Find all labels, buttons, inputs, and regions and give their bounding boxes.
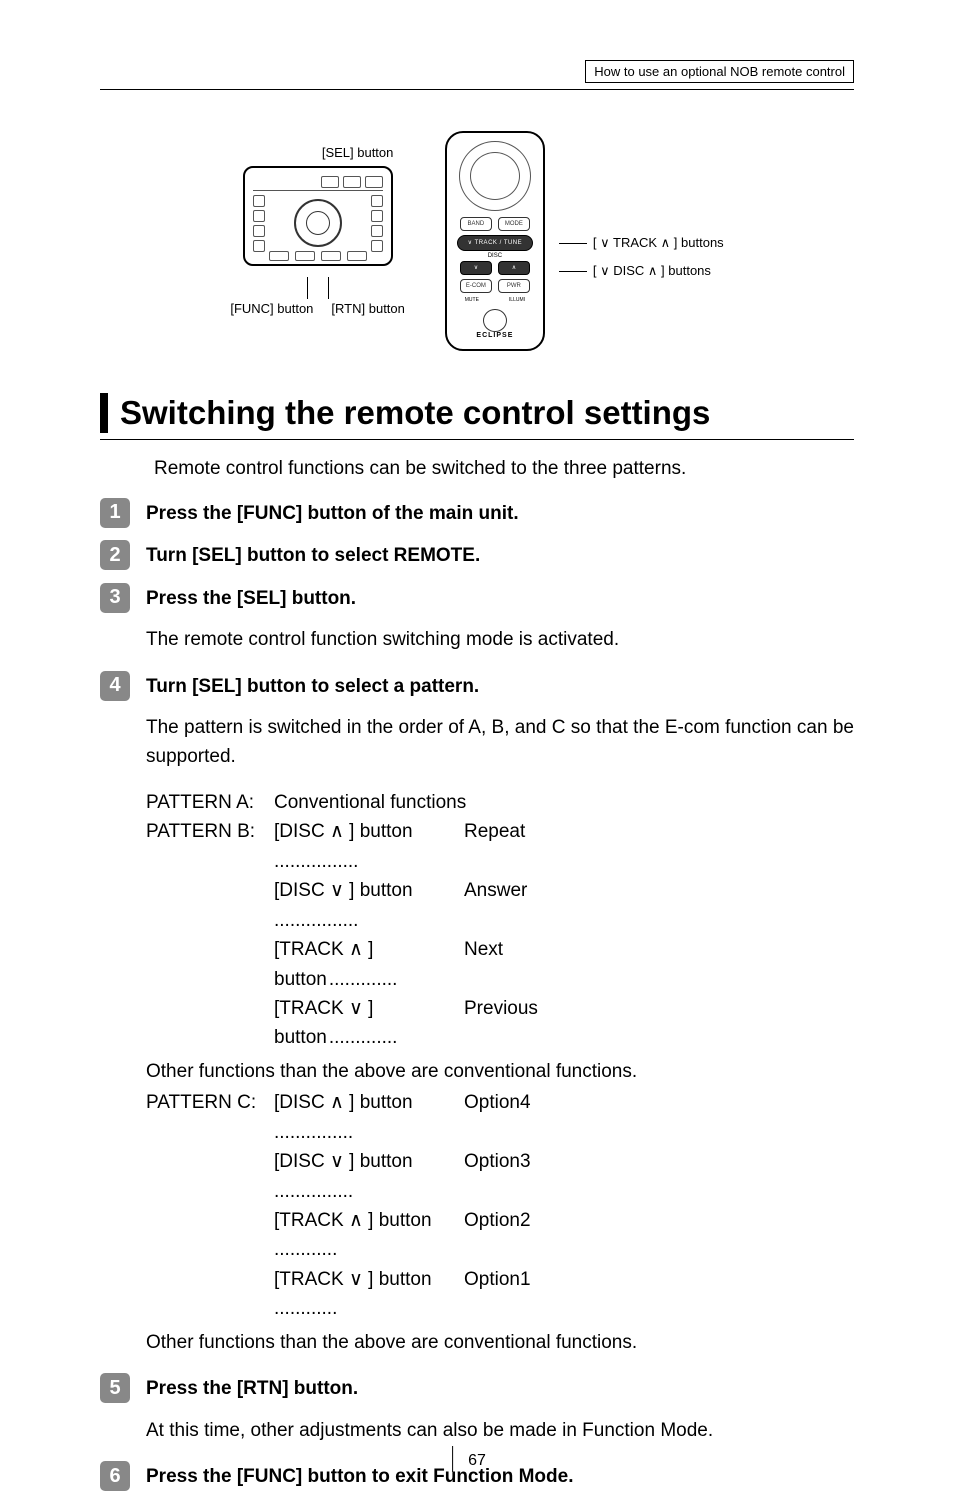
step-5: 5 Press the [RTN] button. [100,1373,854,1404]
pattern-c-action: Option1 [464,1265,531,1324]
diagram-area: [SEL] button [FUNC] button [RTN] button [100,145,854,351]
pattern-b-btn: [DISC ∧ ] button [274,821,415,842]
pattern-c-action: Option4 [464,1088,531,1147]
pattern-b-action: Next [464,935,503,994]
remote-disc-down: ∨ [460,261,492,275]
page-number: 67 [468,1452,486,1470]
step-number: 5 [100,1373,130,1403]
pattern-c-other: Other functions than the above are conve… [146,1328,854,1357]
step-3: 3 Press the [SEL] button. [100,583,854,614]
track-buttons-label: [ ∨ TRACK ∧ ] buttons [559,235,724,251]
section-heading: Switching the remote control settings [100,393,854,440]
pattern-c-label: PATTERN C: [146,1088,274,1324]
pattern-block: PATTERN A: Conventional functions PATTER… [146,788,854,1357]
section-title: Switching the remote control settings [120,393,710,433]
sel-button-label: [SEL] button [310,145,405,160]
pattern-c-btn: [DISC ∨ ] button [274,1151,415,1172]
func-button-label: [FUNC] button [230,301,313,316]
step-title: Press the [FUNC] button of the main unit… [146,500,519,529]
main-unit-illustration [243,166,393,266]
remote-ecom-btn: E-COM [460,279,492,293]
step-3-body: The remote control function switching mo… [146,625,854,654]
step-number: 2 [100,540,130,570]
remote-mute-label: MUTE [465,297,479,303]
pattern-a-label: PATTERN A: [146,788,274,817]
section-intro: Remote control functions can be switched… [154,458,854,480]
pattern-c-btn: [TRACK ∨ ] button [274,1269,434,1290]
step-4-body: The pattern is switched in the order of … [146,713,854,772]
step-number: 6 [100,1461,130,1491]
remote-pwr-btn: PWR [498,279,530,293]
pattern-a-desc: Conventional functions [274,788,854,817]
header-rule [100,89,854,90]
pattern-b-label: PATTERN B: [146,817,274,1053]
disc-buttons-label: [ ∨ DISC ∧ ] buttons [559,263,724,279]
pattern-c-btn: [DISC ∧ ] button [274,1092,415,1113]
step-title: Turn [SEL] button to select REMOTE. [146,542,480,571]
step-number: 1 [100,498,130,528]
remote-track-rocker: ∨ TRACK / TUNE SEEK ∧ [457,235,533,251]
pattern-b-btn: [TRACK ∧ ] button [274,939,373,989]
remote-mode-btn: MODE [498,217,530,231]
step-title: Press the [SEL] button. [146,585,356,614]
remote-illumi-label: ILLUMI [509,297,525,303]
remote-round-btn [483,309,507,332]
remote-brand: ECLIPSE [476,332,513,339]
remote-disc-up: ∧ [498,261,530,275]
step-5-body: At this time, other adjustments can also… [146,1416,854,1445]
step-title: Turn [SEL] button to select a pattern. [146,673,479,702]
rtn-button-label: [RTN] button [331,301,404,316]
step-title: Press the [FUNC] button to exit Function… [146,1463,573,1492]
step-1: 1 Press the [FUNC] button of the main un… [100,498,854,529]
remote-illustration: BAND MODE ∨ TRACK / TUNE SEEK ∧ DISC ∨ ∧… [445,131,545,351]
header-section-title: How to use an optional NOB remote contro… [585,60,854,83]
pattern-b-action: Answer [464,876,527,935]
step-2: 2 Turn [SEL] button to select REMOTE. [100,540,854,571]
step-number: 4 [100,671,130,701]
pattern-c-action: Option2 [464,1206,531,1265]
remote-band-btn: BAND [460,217,492,231]
pattern-b-action: Repeat [464,817,525,876]
step-4: 4 Turn [SEL] button to select a pattern. [100,671,854,702]
pattern-b-other: Other functions than the above are conve… [146,1057,854,1086]
pattern-b-btn: [DISC ∨ ] button [274,880,415,901]
remote-disc-label: DISC [488,253,502,259]
sel-dial-icon [294,199,342,247]
step-number: 3 [100,583,130,613]
pattern-c-action: Option3 [464,1147,531,1206]
pattern-c-btn: [TRACK ∧ ] button [274,1210,434,1231]
step-title: Press the [RTN] button. [146,1375,358,1404]
pattern-b-action: Previous [464,994,538,1053]
main-unit-diagram: [SEL] button [FUNC] button [RTN] button [230,145,405,351]
pattern-b-btn: [TRACK ∨ ] button [274,998,373,1048]
